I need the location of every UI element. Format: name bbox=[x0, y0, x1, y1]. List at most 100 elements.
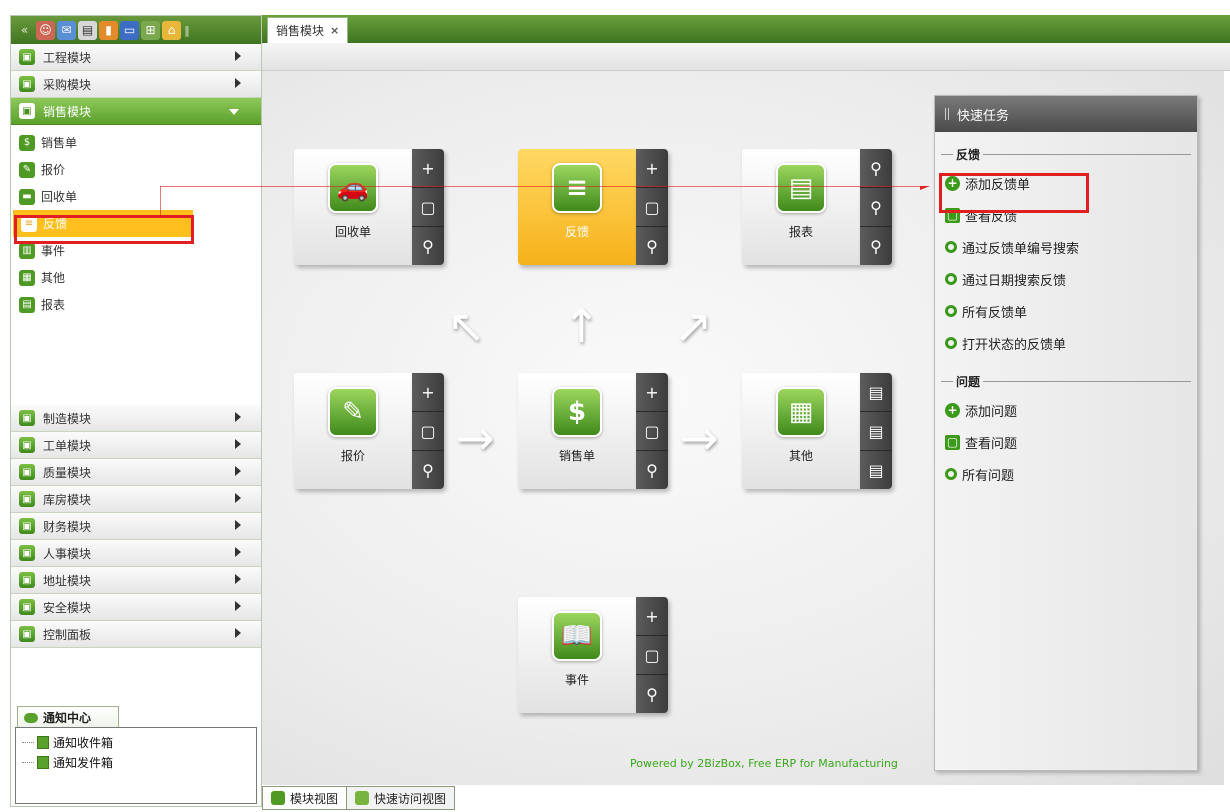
document-icon[interactable]: ▤ bbox=[860, 412, 892, 451]
tab-quick-access-view[interactable]: 快速访问视图 bbox=[346, 786, 456, 810]
card-actions: ⚲ ⚲ ⚲ bbox=[860, 149, 892, 265]
task-add-issue[interactable]: + 添加问题 bbox=[935, 394, 1197, 426]
home-icon[interactable]: ⌂ bbox=[162, 20, 181, 40]
car-icon: 🚗 bbox=[328, 163, 378, 213]
task-label: 所有反馈单 bbox=[962, 305, 1028, 321]
tab-notification-center[interactable]: 通知中心 bbox=[17, 706, 119, 728]
sub-item-event[interactable]: ▥ 事件 bbox=[11, 237, 261, 264]
add-icon[interactable]: + bbox=[412, 373, 444, 412]
sub-item-label: 销售单 bbox=[41, 136, 78, 150]
module-engineering[interactable]: ▣ 工程模块 bbox=[11, 44, 261, 71]
module-work-order[interactable]: ▣ 工单模块 bbox=[11, 432, 261, 459]
card-face[interactable]: ≡ 反馈 bbox=[518, 149, 636, 265]
task-view-issue[interactable]: ▢ 查看问题 bbox=[935, 426, 1197, 458]
add-icon[interactable]: + bbox=[636, 597, 668, 636]
task-add-feedback[interactable]: + 添加反馈单 bbox=[935, 167, 1197, 199]
card-face[interactable]: 🚗 回收单 bbox=[294, 149, 412, 265]
view-doc-icon: ▢ bbox=[945, 434, 960, 450]
search-icon[interactable]: ⚲ bbox=[860, 149, 892, 188]
tree-item-outbox[interactable]: 通知发件箱 bbox=[22, 752, 250, 772]
tab-sales-module[interactable]: 销售模块 × bbox=[267, 17, 349, 43]
view-icon[interactable]: ▢ bbox=[412, 412, 444, 451]
expand-arrow-icon bbox=[235, 628, 241, 638]
sub-item-return[interactable]: ▬ 回收单 bbox=[11, 183, 261, 210]
sub-item-sales-order[interactable]: $ 销售单 bbox=[11, 129, 261, 156]
docs-icon[interactable]: ▤ bbox=[78, 20, 97, 40]
module-label: 控制面板 bbox=[43, 627, 92, 642]
arrow-up-right-icon: ↗ bbox=[674, 299, 713, 353]
module-label: 安全模块 bbox=[43, 600, 92, 615]
chart-icon[interactable]: ▮ bbox=[99, 20, 118, 40]
document-icon[interactable]: ▤ bbox=[860, 451, 892, 489]
module-address[interactable]: ▣ 地址模块 bbox=[11, 567, 261, 594]
tab-label: 模块视图 bbox=[290, 791, 339, 806]
search-icon[interactable]: ⚲ bbox=[412, 451, 444, 489]
module-icon: ▣ bbox=[19, 518, 35, 534]
module-control-panel[interactable]: ▣ 控制面板 bbox=[11, 621, 261, 648]
card-face[interactable]: ✎ 报价 bbox=[294, 373, 412, 489]
sitemap-icon[interactable]: ⊞ bbox=[141, 20, 160, 40]
search-icon[interactable]: ⚲ bbox=[860, 188, 892, 227]
close-icon[interactable]: × bbox=[330, 24, 339, 37]
module-quality[interactable]: ▣ 质量模块 bbox=[11, 459, 261, 486]
search-icon[interactable]: ⚲ bbox=[860, 227, 892, 265]
quick-tasks-title: 快速任务 bbox=[957, 108, 1010, 124]
tab-module-view[interactable]: 模块视图 bbox=[262, 786, 348, 810]
task-search-by-number[interactable]: 通过反馈单编号搜索 bbox=[935, 231, 1197, 263]
module-icon: ▣ bbox=[19, 626, 35, 642]
add-icon[interactable]: + bbox=[412, 149, 444, 188]
module-sales[interactable]: ▣ 销售模块 bbox=[11, 98, 261, 125]
sub-toolbar bbox=[262, 43, 1230, 71]
add-icon[interactable]: + bbox=[636, 373, 668, 412]
module-icon: ▣ bbox=[19, 572, 35, 588]
document-icon[interactable]: ▤ bbox=[860, 373, 892, 412]
task-all-feedback[interactable]: 所有反馈单 bbox=[935, 295, 1197, 327]
search-icon[interactable]: ⚲ bbox=[636, 227, 668, 265]
module-purchasing[interactable]: ▣ 采购模块 bbox=[11, 71, 261, 98]
search-icon[interactable]: ⚲ bbox=[636, 675, 668, 713]
module-icon: ▣ bbox=[19, 545, 35, 561]
card-face[interactable]: ▤ 报表 bbox=[742, 149, 860, 265]
mail-icon[interactable]: ✉ bbox=[57, 20, 76, 40]
sub-item-other[interactable]: ▦ 其他 bbox=[11, 264, 261, 291]
divider bbox=[983, 154, 1191, 155]
module-label: 销售模块 bbox=[43, 104, 92, 119]
expand-arrow-icon bbox=[235, 439, 241, 449]
module-icon: ▣ bbox=[19, 76, 35, 92]
grid-icon: ▦ bbox=[776, 387, 826, 437]
card-face[interactable]: ▦ 其他 bbox=[742, 373, 860, 489]
collapse-arrow-icon bbox=[229, 109, 239, 115]
sub-item-quote[interactable]: ✎ 报价 bbox=[11, 156, 261, 183]
task-search-by-date[interactable]: 通过日期搜索反馈 bbox=[935, 263, 1197, 295]
module-warehouse[interactable]: ▣ 库房模块 bbox=[11, 486, 261, 513]
sub-item-report[interactable]: ▤ 报表 bbox=[11, 291, 261, 318]
card-face[interactable]: 📖 事件 bbox=[518, 597, 636, 713]
tree-item-inbox[interactable]: 通知收件箱 bbox=[22, 732, 250, 752]
view-icon[interactable]: ▢ bbox=[636, 412, 668, 451]
module-manufacturing[interactable]: ▣ 制造模块 bbox=[11, 405, 261, 432]
module-finance[interactable]: ▣ 财务模块 bbox=[11, 513, 261, 540]
view-icon[interactable]: ▢ bbox=[636, 636, 668, 675]
search-icon[interactable]: ⚲ bbox=[636, 451, 668, 489]
collapse-icon[interactable]: « bbox=[15, 21, 34, 40]
module-hr[interactable]: ▣ 人事模块 bbox=[11, 540, 261, 567]
users-icon[interactable]: ☺ bbox=[36, 20, 55, 40]
task-label: 所有问题 bbox=[962, 468, 1015, 484]
task-open-feedback[interactable]: 打开状态的反馈单 bbox=[935, 327, 1197, 359]
task-view-feedback[interactable]: ▢ 查看反馈 bbox=[935, 199, 1197, 231]
monitor-icon[interactable]: ▭ bbox=[120, 20, 139, 40]
view-icon[interactable]: ▢ bbox=[412, 188, 444, 227]
view-icon[interactable]: ▢ bbox=[636, 188, 668, 227]
bottom-view-tabs: 模块视图 快速访问视图 bbox=[262, 786, 456, 810]
add-icon[interactable]: + bbox=[636, 149, 668, 188]
card-face[interactable]: $ 销售单 bbox=[518, 373, 636, 489]
task-all-issues[interactable]: 所有问题 bbox=[935, 458, 1197, 490]
arrow-right-icon: → bbox=[680, 411, 719, 465]
module-security[interactable]: ▣ 安全模块 bbox=[11, 594, 261, 621]
arrow-up-icon: ↑ bbox=[562, 299, 601, 353]
search-icon[interactable]: ⚲ bbox=[412, 227, 444, 265]
expand-arrow-icon bbox=[235, 601, 241, 611]
card-actions: + ▢ ⚲ bbox=[636, 149, 668, 265]
task-label: 查看反馈 bbox=[965, 209, 1018, 225]
sub-item-feedback[interactable]: ≡ 反馈 bbox=[13, 210, 193, 237]
